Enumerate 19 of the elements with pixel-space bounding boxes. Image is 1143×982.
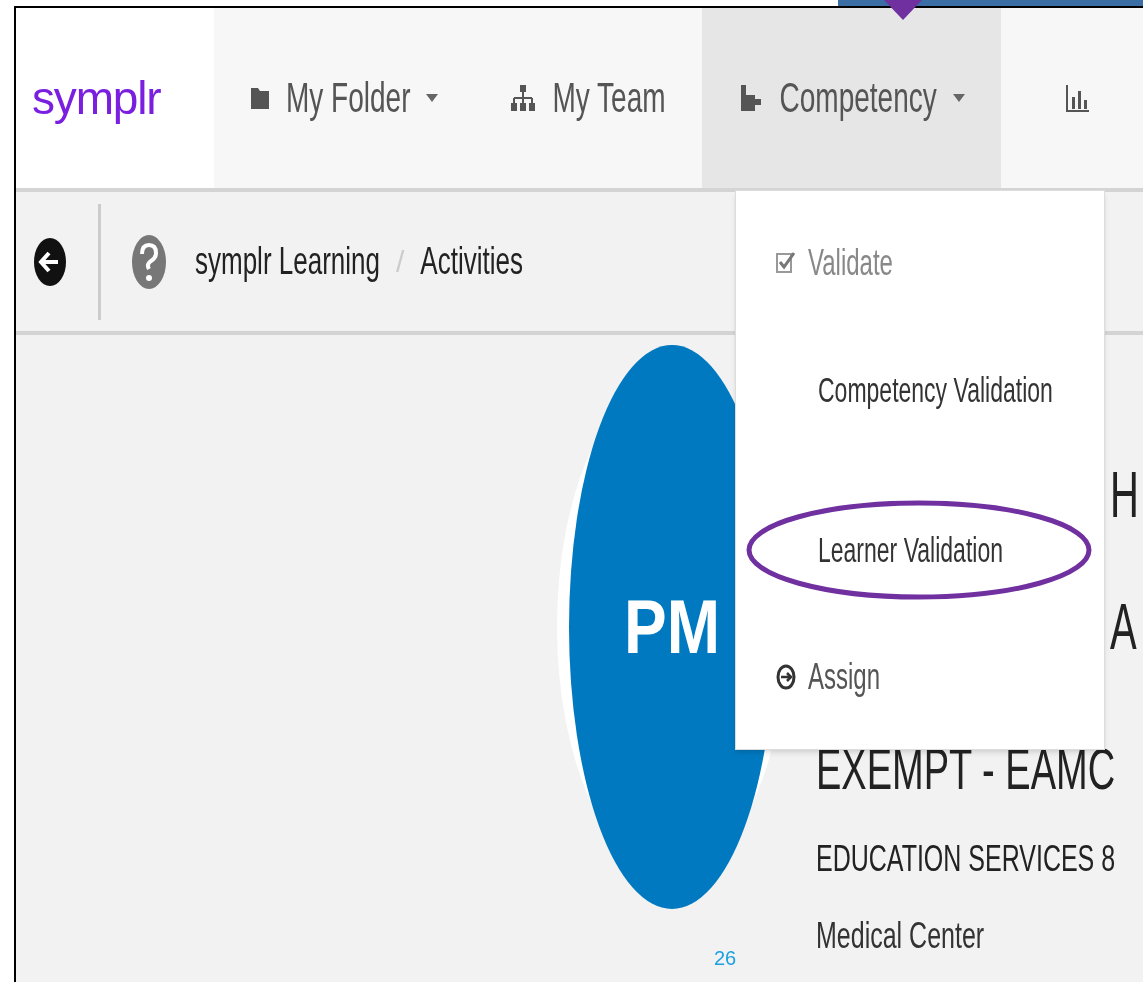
menu-header: Assign — [808, 655, 881, 699]
breadcrumb-current: Activities — [420, 237, 523, 286]
menu-item[interactable]: Competency Validation — [818, 364, 1053, 417]
nav-tab[interactable]: My Team — [474, 8, 702, 188]
nav-tab[interactable]: My Folder — [214, 8, 475, 188]
nav-tab[interactable]: Competency — [701, 8, 1001, 188]
profile-name: H — [1110, 463, 1139, 527]
profile-unit: EDUCATION SERVICES 8 — [816, 835, 1116, 881]
profile-facility: Medical Center — [816, 912, 985, 958]
page-number: 26 — [714, 946, 737, 971]
nav-label: My Folder — [286, 73, 411, 123]
nav-label: My Team — [552, 73, 666, 123]
nav-label: Competency — [779, 73, 937, 123]
profile-department: EXEMPT - EAMC — [816, 740, 1116, 798]
menu-header: Validate — [808, 240, 893, 285]
breadcrumb-separator: / — [396, 244, 405, 280]
profile-title: A — [1110, 595, 1137, 659]
logo[interactable]: symplr — [16, 8, 214, 188]
breadcrumb-link[interactable]: symplr Learning — [195, 232, 380, 291]
